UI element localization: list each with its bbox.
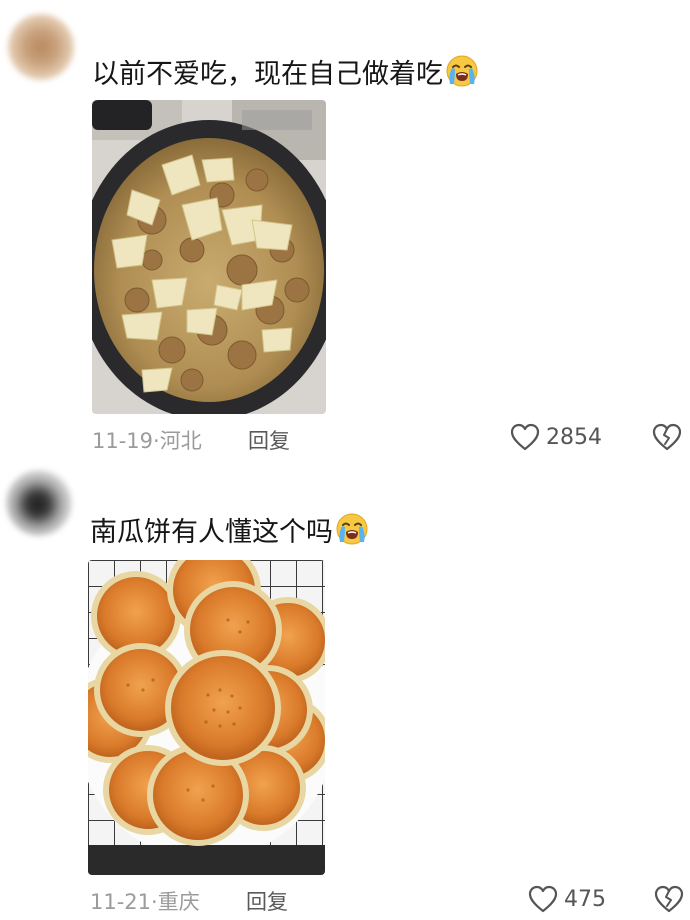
heart-outline-icon [528,885,558,913]
comment-text-content: 以前不爱吃，现在自己做着吃 [92,59,443,90]
dislike-button[interactable] [654,885,684,915]
loudly-crying-face-emoji-icon [335,512,369,546]
avatar[interactable] [8,14,74,80]
broken-heart-outline-icon [652,423,682,451]
meta-separator: · [151,890,158,914]
dislike-button[interactable] [652,423,682,453]
comment-photo-pumpkin-pancakes[interactable] [88,560,325,875]
heart-outline-icon [510,423,540,451]
comment-photo-braised-meatballs[interactable] [92,100,326,414]
comment-location: 河北 [159,429,202,453]
comment-date: 11-21 [90,890,152,914]
comment-text: 南瓜饼有人懂这个吗 [90,512,369,551]
like-button[interactable]: 2854 [510,422,602,452]
reply-button[interactable]: 回复 [248,425,290,455]
like-button[interactable]: 475 [528,884,606,914]
reply-button[interactable]: 回复 [246,886,288,916]
comment-text: 以前不爱吃，现在自己做着吃 [92,54,479,93]
comment-meta: 11-19·河北 [92,425,202,455]
comment-date: 11-19 [92,429,154,453]
comment-meta: 11-21·重庆 [90,886,200,916]
broken-heart-outline-icon [654,885,684,913]
meta-separator: · [153,429,160,453]
avatar[interactable] [6,470,72,536]
loudly-crying-face-emoji-icon [445,54,479,88]
comment-text-content: 南瓜饼有人懂这个吗 [90,517,333,548]
comment-location: 重庆 [157,890,200,914]
like-count: 2854 [546,424,602,450]
like-count: 475 [564,886,606,912]
